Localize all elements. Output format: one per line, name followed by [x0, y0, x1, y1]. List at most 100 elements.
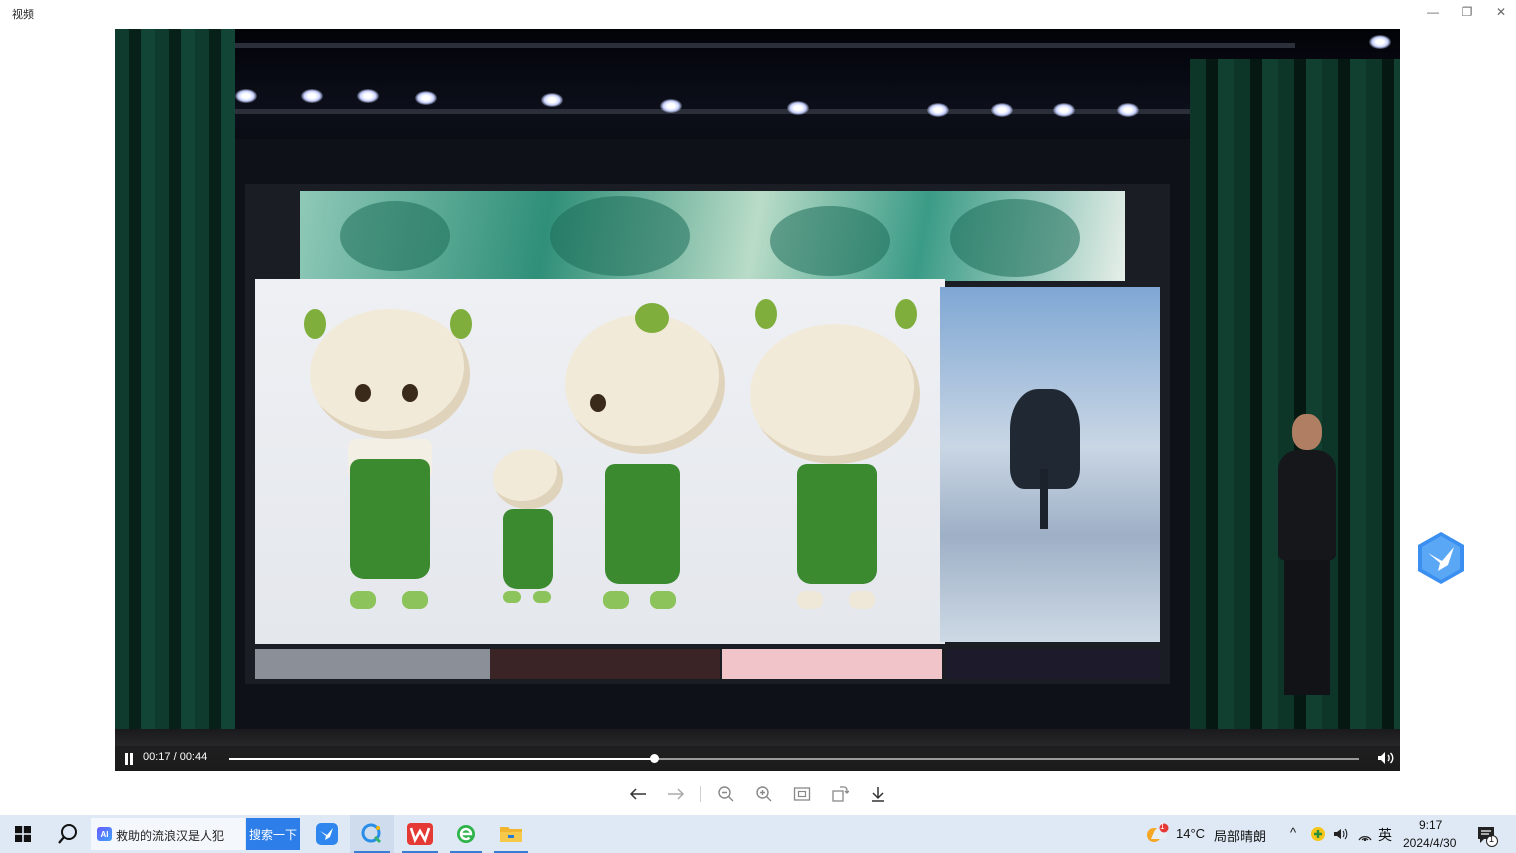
video-frame [115, 29, 1400, 771]
weather-desc[interactable]: 局部晴朗 [1214, 826, 1266, 845]
search-input[interactable]: AI 救助的流浪汉是人犯 [91, 818, 245, 850]
tree-trunk [1040, 469, 1048, 529]
ime-indicator[interactable]: 英 [1378, 825, 1392, 845]
lotus-leaf [340, 201, 450, 271]
clock-date[interactable]: 2024/4/30 [1403, 836, 1456, 850]
light-truss [175, 43, 1295, 48]
video-player[interactable] [115, 29, 1400, 771]
curly-hair [750, 324, 920, 464]
character-side [555, 299, 735, 629]
next-button[interactable] [664, 783, 688, 805]
window-title: 视频 [12, 9, 34, 21]
taskbar-app-browser[interactable] [350, 815, 394, 853]
clock-time[interactable]: 9:17 [1419, 818, 1442, 832]
slide-strip [722, 649, 942, 679]
stage-light [541, 93, 563, 107]
taskbar-app-wps[interactable] [398, 815, 442, 853]
shoe [350, 591, 376, 609]
horn [755, 299, 777, 329]
taskbar-app-folder[interactable] [490, 815, 532, 853]
overalls [503, 509, 553, 589]
bird-icon[interactable] [1416, 531, 1466, 585]
player-controls: 00:17 / 00:44 [115, 746, 1400, 771]
zoom-in-button[interactable] [752, 783, 776, 805]
zoom-out-icon [718, 786, 734, 802]
shoe [849, 591, 875, 609]
lotus-leaf [550, 196, 690, 276]
close-button[interactable]: ✕ [1486, 2, 1516, 22]
tray-chevron-icon[interactable]: ^ [1290, 825, 1296, 840]
windows-icon [15, 826, 31, 842]
curly-hair [310, 309, 470, 439]
horn [895, 299, 917, 329]
stage-light [787, 101, 809, 115]
lotus-leaf [770, 206, 890, 276]
bird-app-icon [316, 823, 338, 845]
arrow-right-icon [668, 788, 685, 800]
minimize-button[interactable]: — [1418, 2, 1448, 22]
taskbar-app-ie[interactable] [446, 815, 486, 853]
progress-fill [229, 758, 654, 760]
overalls [797, 464, 877, 584]
search-query: 救助的流浪汉是人犯 [116, 829, 225, 843]
progress-bar[interactable] [229, 754, 1359, 763]
notification-count: 1 [1489, 834, 1495, 844]
stage-light [1053, 103, 1075, 117]
fit-button[interactable] [790, 783, 814, 805]
shoe [650, 591, 676, 609]
download-button[interactable] [866, 783, 890, 805]
ie-icon [457, 825, 475, 843]
weather-temp[interactable]: 14°C [1176, 826, 1205, 841]
speaker-tray-icon[interactable] [1333, 826, 1349, 842]
shoe [402, 591, 428, 609]
time-display: 00:17 / 00:44 [143, 751, 208, 763]
search-submit-button[interactable]: 搜索一下 [246, 818, 300, 850]
taskbar: AI 救助的流浪汉是人犯 搜索一下 1 14°C 局部晴朗 ^ 英 9:17 2… [0, 815, 1516, 853]
character-front [290, 299, 490, 629]
taskbar-app-bird[interactable] [306, 815, 348, 853]
toolbar-divider [700, 786, 701, 802]
presenter-head [1292, 414, 1322, 450]
restore-button[interactable]: ❐ [1452, 2, 1482, 22]
search-taskbar-button[interactable] [48, 815, 88, 853]
shoe [797, 591, 823, 609]
presenter [1270, 414, 1345, 699]
curtain-left [115, 29, 235, 729]
fit-screen-icon [793, 787, 811, 801]
character-back [735, 299, 935, 629]
zoom-in-icon [756, 786, 772, 802]
shoe [503, 591, 521, 603]
progress-knob[interactable] [649, 754, 659, 763]
weather-badge: 1 [1160, 822, 1165, 831]
wps-icon [407, 823, 433, 845]
stage-light [301, 89, 323, 103]
zoom-out-button[interactable] [714, 783, 738, 805]
prev-button[interactable] [626, 783, 650, 805]
security-tray-icon[interactable] [1310, 826, 1326, 842]
curly-hair [565, 314, 725, 454]
horn [304, 309, 326, 339]
network-tray-icon[interactable] [1357, 827, 1373, 841]
stage-light [357, 89, 379, 103]
curly-hair [493, 449, 563, 509]
pause-icon[interactable] [124, 753, 134, 765]
lotus-banner [300, 191, 1125, 281]
slide-strip [255, 649, 495, 679]
slide-strip [945, 649, 1160, 679]
horn [635, 303, 669, 333]
stage-light [1117, 103, 1139, 117]
volume-icon[interactable] [1377, 751, 1395, 765]
start-button[interactable] [0, 815, 46, 853]
horn [450, 309, 472, 339]
rotate-button[interactable] [828, 783, 852, 805]
eye [590, 394, 606, 412]
title-bar: 视频 — ❐ ✕ [0, 0, 1516, 28]
stage-light [415, 91, 437, 105]
notification-icon[interactable] [1476, 825, 1498, 847]
eye [402, 384, 418, 402]
stage-light [927, 103, 949, 117]
presenter-legs [1284, 560, 1330, 695]
stage-light [660, 99, 682, 113]
download-icon [872, 787, 884, 802]
folder-icon [500, 827, 522, 842]
